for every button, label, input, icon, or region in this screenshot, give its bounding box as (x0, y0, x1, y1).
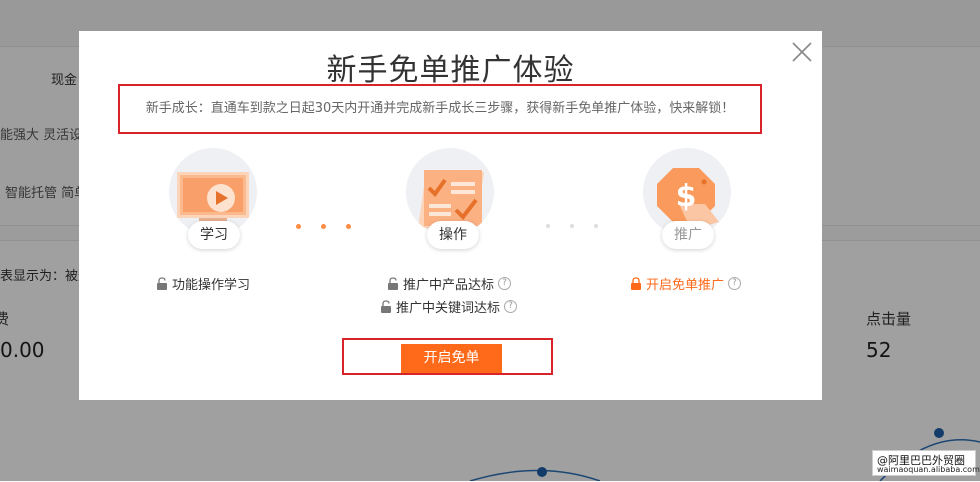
unlock-icon (388, 277, 398, 290)
help-icon[interactable]: ? (504, 300, 518, 313)
progress-dots-1 (296, 224, 371, 229)
modal-description: 新手成长：直通车到款之日起30天内开通并完成新手成长三步骤，获得新手免单推广体验… (145, 101, 735, 116)
watermark-line2: waimaoquan.alibaba.com (877, 465, 980, 474)
progress-dot (321, 224, 326, 229)
progress-dots-2 (546, 224, 618, 228)
button-highlight-box: 开启免单 (342, 338, 553, 375)
task-keyword-label: 推广中关键词达标 (396, 301, 501, 316)
free-promotion-modal: 新手免单推广体验 新手成长：直通车到款之日起30天内开通并完成新手成长三步骤，获… (79, 31, 822, 400)
progress-dot (594, 224, 598, 228)
task-learn-label: 功能操作学习 (172, 278, 251, 293)
progress-dot (546, 224, 550, 228)
step-operate-label: 操作 (427, 221, 479, 249)
task-product-label: 推广中产品达标 (403, 278, 495, 293)
step-learn-label: 学习 (188, 221, 240, 249)
svg-text:$: $ (676, 179, 697, 214)
task-keyword: 推广中关键词达标 ? (380, 297, 518, 316)
unlock-icon (381, 300, 391, 313)
task-promote: 开启免单推广 ? (630, 274, 742, 293)
task-product: 推广中产品达标 ? (387, 274, 512, 293)
watermark: @阿里巴巴外贸圈 waimaoquan.alibaba.com (872, 450, 980, 476)
step-promote-label: 推广 (662, 221, 714, 249)
description-highlight-box: 新手成长：直通车到款之日起30天内开通并完成新手成长三步骤，获得新手免单推广体验… (118, 84, 762, 134)
modal-title: 新手免单推广体验 (326, 53, 575, 88)
help-icon[interactable]: ? (728, 277, 742, 290)
unlock-icon (157, 277, 167, 290)
progress-dot (296, 224, 301, 229)
lock-icon (631, 277, 641, 290)
task-promote-label: 开启免单推广 (646, 278, 725, 293)
help-icon[interactable]: ? (498, 277, 512, 290)
progress-dot (570, 224, 574, 228)
task-learn: 功能操作学习 (156, 274, 250, 293)
start-free-promotion-button[interactable]: 开启免单 (401, 344, 502, 373)
progress-dot (346, 224, 351, 229)
